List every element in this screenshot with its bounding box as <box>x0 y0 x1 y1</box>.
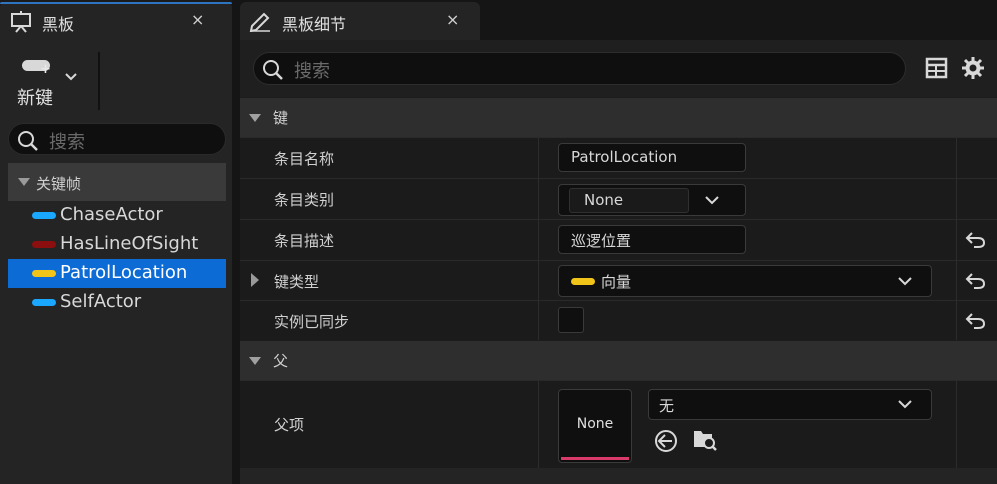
entry-description-row: 条目描述 巡逻位置 <box>240 219 997 260</box>
section-parent-header[interactable]: 父 <box>240 340 997 380</box>
thumbnail-label: None <box>576 416 614 432</box>
new-key-label: 新键 <box>17 88 53 109</box>
search-icon <box>18 131 38 151</box>
key-name: SelfActor <box>60 291 142 312</box>
key-name: PatrolLocation <box>60 262 188 283</box>
key-item-chase-actor[interactable]: ChaseActor <box>8 201 226 230</box>
new-key-button[interactable]: + 新键 <box>12 58 90 112</box>
blackboard-details-tab[interactable]: 黑板细节 × <box>240 2 480 40</box>
key-type-color-icon <box>32 212 56 219</box>
collapse-arrow-icon[interactable] <box>249 357 261 365</box>
parent-asset-value: 无 <box>659 397 675 415</box>
search-icon <box>263 60 283 80</box>
reset-to-default-icon[interactable] <box>964 272 986 294</box>
use-selected-asset-icon[interactable] <box>654 429 678 457</box>
entry-category-label: 条目类别 <box>274 191 335 209</box>
chevron-down-icon[interactable] <box>897 398 913 410</box>
search-placeholder: 搜索 <box>49 132 85 153</box>
blackboard-panel: 黑板 × + 新键 搜索 关键帧 ChaseActor HasLineOfSig… <box>0 0 232 484</box>
parent-item-label: 父项 <box>274 416 305 434</box>
key-type-color-icon <box>32 299 56 306</box>
reset-to-default-icon[interactable] <box>964 312 986 334</box>
parent-asset-combobox[interactable]: 无 <box>648 389 932 420</box>
section-key-label: 键 <box>273 109 289 127</box>
entry-name-label: 条目名称 <box>274 150 335 168</box>
key-type-color-icon <box>32 270 56 277</box>
key-name: ChaseActor <box>60 204 163 225</box>
asset-type-color-bar <box>561 457 629 460</box>
key-search-input[interactable]: 搜索 <box>8 123 226 155</box>
entry-category-field[interactable]: None <box>569 188 689 213</box>
plus-icon: + <box>40 62 51 77</box>
chevron-down-icon[interactable] <box>64 68 78 86</box>
keyframes-label: 关键帧 <box>36 175 82 193</box>
collapse-arrow-icon[interactable] <box>249 114 261 122</box>
key-name: HasLineOfSight <box>60 233 199 254</box>
browse-to-asset-icon[interactable] <box>692 427 718 457</box>
key-type-label: 键类型 <box>274 273 320 291</box>
search-placeholder: 搜索 <box>294 61 330 82</box>
details-tab-title: 黑板细节 <box>282 15 347 34</box>
section-parent-label: 父 <box>273 352 289 370</box>
entry-name-value: PatrolLocation <box>571 148 678 166</box>
entry-description-label: 条目描述 <box>274 232 335 250</box>
reset-to-default-icon[interactable] <box>964 231 986 253</box>
key-list: ChaseActor HasLineOfSight PatrolLocation… <box>8 201 226 317</box>
key-type-combobox[interactable]: 向量 <box>558 265 932 297</box>
entry-description-input[interactable]: 巡逻位置 <box>558 225 746 254</box>
close-icon[interactable]: × <box>446 10 459 29</box>
collapse-arrow-icon[interactable] <box>18 178 30 186</box>
toolbar-divider <box>98 52 100 110</box>
blackboard-icon <box>10 11 32 37</box>
entry-category-row: 条目类别 None <box>240 178 997 219</box>
entry-category-combobox[interactable]: None <box>558 184 746 216</box>
edit-pencil-icon <box>248 10 272 36</box>
parent-item-row: 父项 None 无 <box>240 380 997 468</box>
key-type-row: 键类型 向量 <box>240 260 997 300</box>
key-item-self-actor[interactable]: SelfActor <box>8 288 226 317</box>
entry-category-value: None <box>584 191 624 209</box>
chevron-down-icon[interactable] <box>704 194 720 206</box>
key-type-color-icon <box>571 278 595 285</box>
blackboard-tab[interactable]: 黑板 × <box>0 2 232 40</box>
key-item-patrol-location[interactable]: PatrolLocation <box>8 259 226 288</box>
section-key-header[interactable]: 键 <box>240 97 997 137</box>
instance-synced-label: 实例已同步 <box>274 313 350 331</box>
expand-arrow-icon[interactable] <box>251 273 259 287</box>
instance-synced-checkbox[interactable] <box>558 307 584 333</box>
entry-description-value: 巡逻位置 <box>571 232 632 250</box>
blackboard-tab-title: 黑板 <box>42 15 75 34</box>
key-item-has-line-of-sight[interactable]: HasLineOfSight <box>8 230 226 259</box>
table-view-icon[interactable] <box>925 57 949 83</box>
close-icon[interactable]: × <box>191 10 204 29</box>
instance-synced-row: 实例已同步 <box>240 300 997 340</box>
details-search-input[interactable]: 搜索 <box>253 52 906 85</box>
chevron-down-icon[interactable] <box>897 275 913 287</box>
key-type-color-icon <box>32 241 56 248</box>
entry-name-row: 条目名称 PatrolLocation <box>240 137 997 178</box>
parent-asset-thumbnail[interactable]: None <box>558 389 632 463</box>
keyframes-category-header[interactable]: 关键帧 <box>8 163 226 201</box>
entry-name-input[interactable]: PatrolLocation <box>558 143 746 172</box>
key-type-value: 向量 <box>601 273 632 291</box>
gear-icon[interactable] <box>960 55 986 85</box>
